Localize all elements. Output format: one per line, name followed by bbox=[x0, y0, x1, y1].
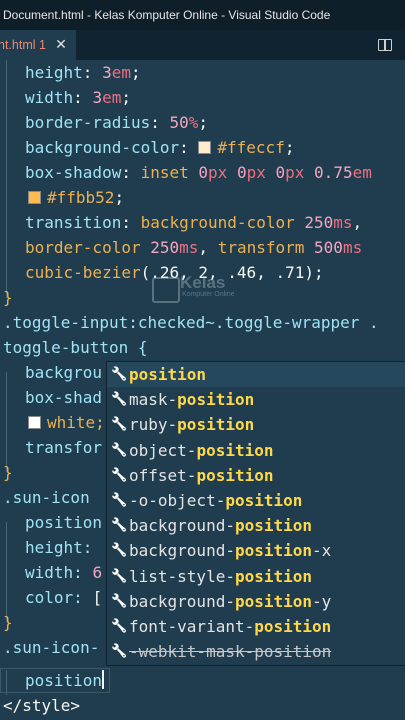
suggestion-label: ruby-position bbox=[129, 415, 255, 435]
indent-guide bbox=[6, 60, 7, 298]
code-line: box-shad bbox=[25, 388, 103, 407]
suggestion-item[interactable]: 🔧 -o-object-position bbox=[107, 488, 405, 513]
code-line: border-color 250ms, transform 500ms bbox=[25, 238, 363, 257]
code-line: </style> bbox=[3, 696, 81, 715]
title-bar: Document.html - Kelas Komputer Online - … bbox=[0, 0, 405, 30]
code-line: white; bbox=[28, 410, 105, 435]
code-line: width: 3em; bbox=[25, 88, 131, 107]
suggestion-item[interactable]: 🔧 mask-position bbox=[107, 387, 405, 412]
close-icon[interactable]: ✕ bbox=[53, 30, 69, 60]
suggestion-label: background-position-x bbox=[129, 541, 332, 561]
tab-document-html[interactable]: nt.html 1 ✕ bbox=[0, 30, 76, 60]
wrench-icon: 🔧 bbox=[111, 367, 128, 382]
wrench-icon: 🔧 bbox=[111, 644, 128, 660]
autocomplete-popup: 🔧 position 🔧 mask-position 🔧 ruby-position 🔧 ob… bbox=[106, 361, 405, 666]
suggestion-item[interactable]: 🔧 background-position-x bbox=[107, 538, 405, 563]
suggestion-label: -o-object-position bbox=[129, 491, 303, 510]
text-cursor bbox=[102, 670, 105, 689]
wrench-icon: 🔧 bbox=[111, 442, 128, 458]
code-line: background-color: #ffeccf; bbox=[25, 138, 295, 157]
code-line: backgrou bbox=[25, 363, 103, 382]
suggestion-item[interactable]: 🔧 -webkit-mask-position bbox=[107, 639, 405, 664]
code-line: } bbox=[3, 288, 13, 307]
code-line: border-radius: 50%; bbox=[25, 113, 209, 132]
wrench-icon: 🔧 bbox=[111, 593, 128, 609]
suggestion-label: -webkit-mask-position bbox=[129, 642, 332, 662]
suggestion-item[interactable]: 🔧 position bbox=[107, 362, 405, 387]
code-line: color: [ bbox=[25, 588, 103, 607]
code-line: height: bbox=[25, 538, 93, 557]
wrench-icon: 🔧 bbox=[111, 619, 128, 634]
wrench-icon: 🔧 bbox=[111, 467, 128, 483]
code-line: box-shadow: inset 0px 0px 0px 0.75em bbox=[25, 163, 372, 182]
wrench-icon: 🔧 bbox=[111, 568, 128, 584]
code-line: .sun-icon bbox=[3, 488, 90, 507]
color-swatch[interactable] bbox=[28, 191, 41, 204]
suggestion-label: font-variant-position bbox=[129, 617, 332, 636]
code-line: .toggle-input:checked~.toggle-wrapper . bbox=[3, 313, 379, 332]
code-line: width: 6 bbox=[25, 563, 103, 582]
suggestion-label: background-position bbox=[129, 516, 313, 536]
indent-guide bbox=[6, 372, 7, 472]
code-line: } bbox=[3, 463, 13, 482]
code-line: } bbox=[3, 613, 13, 632]
color-swatch[interactable] bbox=[198, 141, 212, 154]
suggestion-label: position bbox=[129, 365, 207, 384]
indent-guide bbox=[6, 522, 7, 622]
window-title: Document.html - Kelas Komputer Online - … bbox=[3, 8, 331, 22]
wrench-icon: 🔧 bbox=[111, 543, 128, 559]
suggestion-item[interactable]: 🔧 ruby-position bbox=[107, 412, 405, 437]
code-line-current[interactable]: position bbox=[25, 668, 105, 693]
wrench-icon: 🔧 bbox=[111, 518, 128, 534]
code-line: transition: background-color 250ms, bbox=[25, 213, 363, 232]
split-editor-icon[interactable] bbox=[378, 39, 392, 51]
wrench-icon: 🔧 bbox=[111, 417, 128, 433]
code-line: height: 3em; bbox=[25, 63, 141, 82]
suggestion-label: list-style-position bbox=[129, 566, 313, 586]
suggestion-label: object-position bbox=[129, 440, 274, 460]
suggestion-label: background-position-y bbox=[129, 591, 332, 611]
suggestion-item[interactable]: 🔧 offset-position bbox=[107, 463, 405, 488]
suggestion-item[interactable]: 🔧 object-position bbox=[107, 438, 405, 463]
suggestion-item[interactable]: 🔧 background-position-y bbox=[107, 589, 405, 614]
suggestion-label: offset-position bbox=[129, 465, 274, 485]
suggestion-label: mask-position bbox=[129, 390, 255, 410]
suggestion-item[interactable]: 🔧 background-position bbox=[107, 513, 405, 538]
tab-bar: nt.html 1 ✕ bbox=[0, 30, 405, 60]
wrench-icon: 🔧 bbox=[111, 392, 128, 408]
wrench-icon: 🔧 bbox=[111, 493, 128, 508]
code-line: toggle-button { bbox=[3, 338, 148, 357]
logo-icon bbox=[152, 277, 180, 303]
code-line: .sun-icon- bbox=[3, 638, 100, 657]
tab-label: nt.html 1 bbox=[0, 38, 46, 52]
color-swatch[interactable] bbox=[28, 416, 41, 429]
code-line: transfor bbox=[25, 438, 103, 457]
suggestion-item[interactable]: 🔧 list-style-position bbox=[107, 564, 405, 589]
suggestion-item[interactable]: 🔧 font-variant-position bbox=[107, 614, 405, 639]
code-line: #ffbb52; bbox=[28, 185, 124, 210]
code-line: position bbox=[25, 513, 103, 532]
